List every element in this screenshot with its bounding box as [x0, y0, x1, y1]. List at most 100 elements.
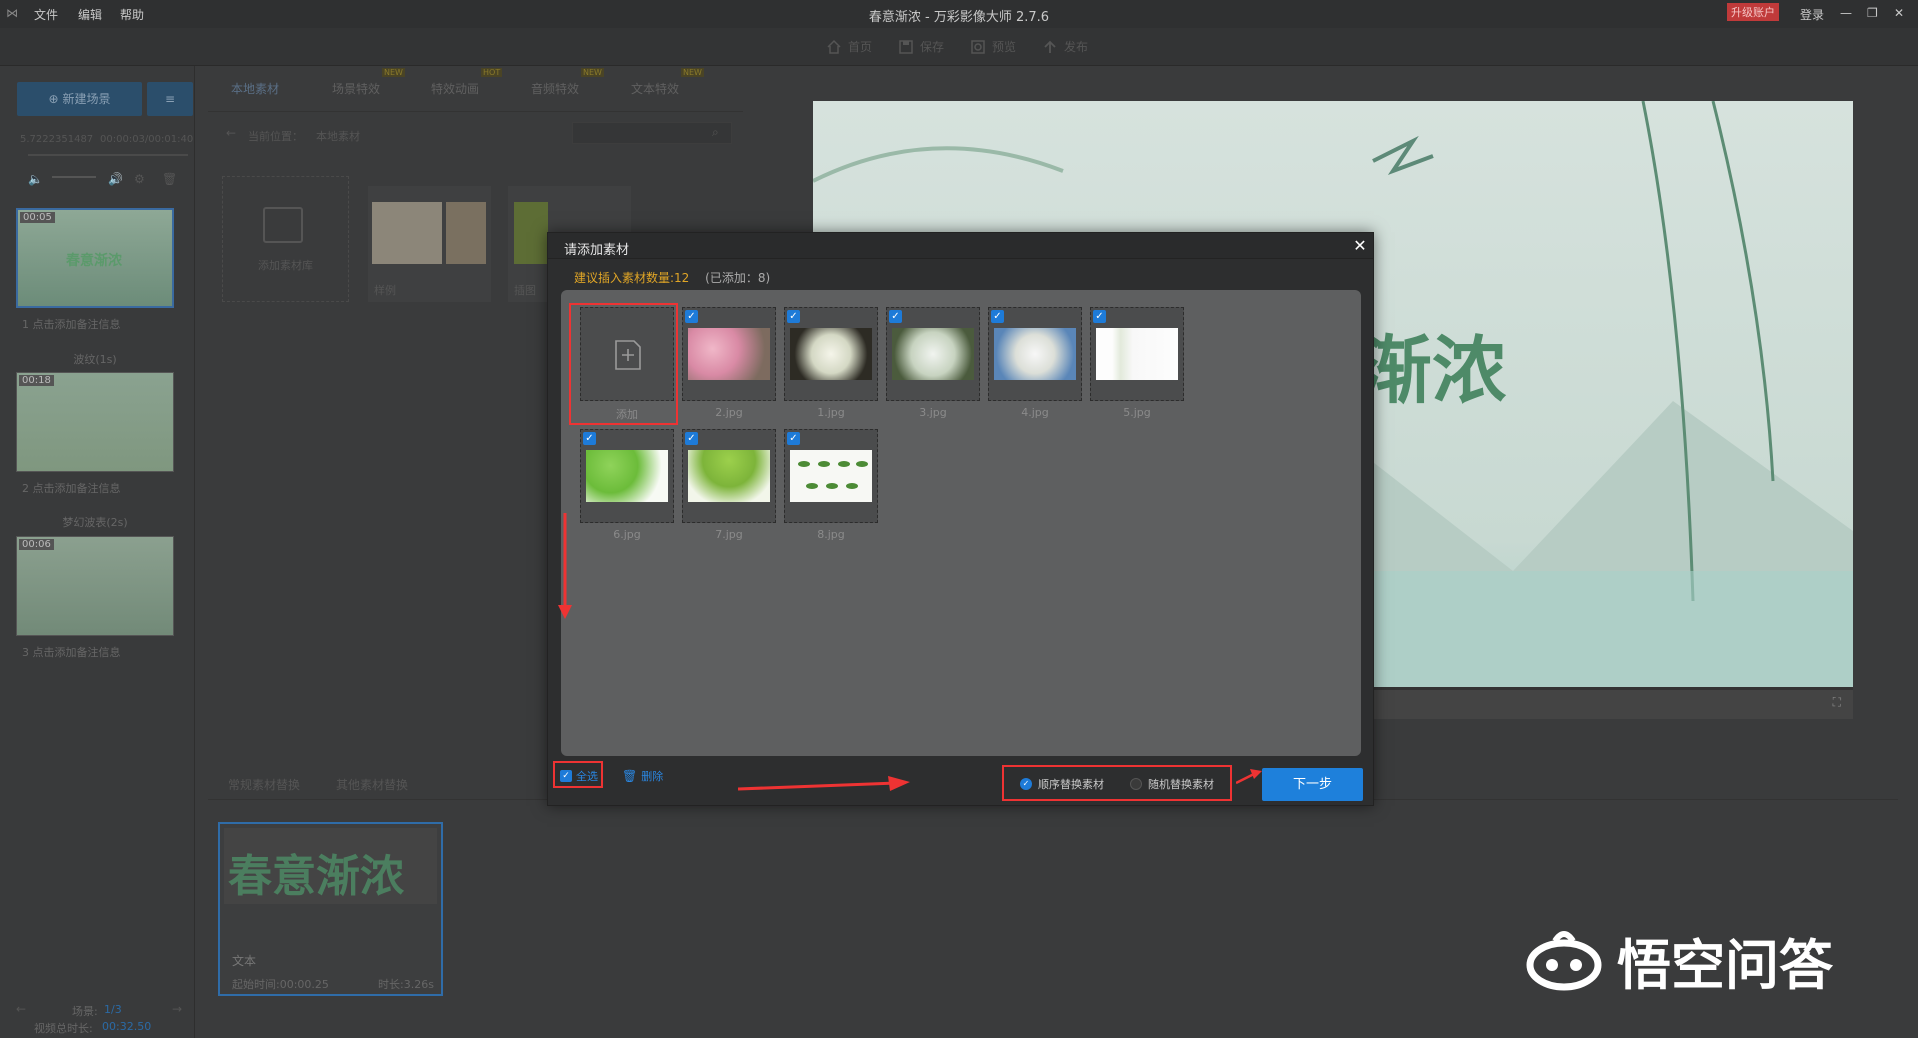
material-tile[interactable]: ✓ [682, 307, 776, 401]
dialog-close-icon[interactable]: ✕ [1351, 237, 1369, 255]
checkbox-checked-icon[interactable]: ✓ [685, 310, 698, 323]
checkbox-checked-icon[interactable]: ✓ [787, 310, 800, 323]
material-grid: 添加 ✓ 2.jpg ✓ 1.jpg ✓ 3.jpg ✓ 4.jpg ✓ 5.j… [561, 290, 1361, 756]
total-duration-value: 00:32.50 [102, 1020, 152, 1033]
scene-caption-1[interactable]: 1 点击添加备注信息 [22, 316, 121, 332]
sample-label: 样例 [374, 284, 396, 297]
sample-image-3 [514, 202, 548, 264]
material-tile[interactable]: ✓ [1090, 307, 1184, 401]
scene-caption-3[interactable]: 3 点击添加备注信息 [22, 644, 121, 660]
tab-text-effects[interactable]: 文本特效 [631, 80, 679, 97]
dialog-title: 请添加素材 [564, 243, 630, 258]
checkbox-checked-icon[interactable]: ✓ [1093, 310, 1106, 323]
volume-low-icon[interactable]: 🔈 [28, 172, 43, 186]
publish-label: 发布 [1064, 40, 1089, 54]
thumbnail-sprouts [790, 450, 872, 502]
volume-slider[interactable] [52, 176, 96, 178]
watermark-text: 悟空问答 [1617, 933, 1833, 997]
transition-1[interactable]: 波纹(1s) [0, 351, 190, 367]
delete-button[interactable]: 🗑 删除 [622, 768, 663, 784]
next-step-button[interactable]: 下一步 [1262, 768, 1363, 801]
scene-list-button[interactable]: ≡ [147, 82, 193, 116]
material-tile[interactable]: ✓ [580, 429, 674, 523]
tab-scene-effects[interactable]: 场景特效 [332, 80, 380, 97]
checkbox-checked-icon: ✓ [560, 770, 572, 782]
save-button[interactable]: 保存 [898, 38, 944, 55]
card-start-time: 起始时间:00:00.25 [232, 978, 329, 991]
checkbox-checked-icon[interactable]: ✓ [889, 310, 902, 323]
material-tile[interactable]: ✓ [682, 429, 776, 523]
radio-sequential[interactable]: ✓ 顺序替换素材 [1020, 776, 1104, 792]
thumbnail-flower-vase [1096, 328, 1178, 380]
material-tile[interactable]: ✓ [988, 307, 1082, 401]
checkbox-checked-icon[interactable]: ✓ [685, 432, 698, 445]
checkbox-checked-icon[interactable]: ✓ [583, 432, 596, 445]
scene-time-3: 00:06 [19, 539, 54, 550]
transition-2[interactable]: 梦幻波表(2s) [0, 514, 190, 530]
back-arrow-icon[interactable]: ← [226, 126, 236, 140]
timeline-slider[interactable] [28, 154, 188, 156]
preview-title: 渐浓 [1358, 328, 1506, 414]
wukong-logo-icon [1526, 931, 1602, 991]
scene-thumb-3[interactable]: 00:06 [16, 536, 174, 636]
search-icon[interactable]: ⌕ [712, 125, 719, 140]
title-bar: ⋈ 文件 编辑 帮助 春意渐浓 - 万彩影像大师 2.7.6 升级账户 登录 —… [0, 0, 1918, 28]
radio-selected-icon: ✓ [1020, 778, 1032, 790]
material-search-input[interactable] [572, 122, 732, 144]
scene-counter-label: 场景: [72, 1005, 98, 1018]
publish-button[interactable]: 发布 [1042, 38, 1088, 55]
settings-icon[interactable]: ⚙ [134, 172, 145, 186]
badge-hot: HOT [481, 68, 503, 77]
scene-thumb-1[interactable]: 00:05 春意渐浓 [16, 208, 174, 308]
select-all-checkbox[interactable]: ✓ 全选 [560, 768, 598, 784]
add-library-tile[interactable]: 添加素材库 [222, 176, 349, 302]
maximize-icon[interactable]: ❐ [1867, 6, 1878, 20]
sample-label-2: 插图 [514, 284, 536, 297]
close-icon[interactable]: ✕ [1894, 6, 1904, 20]
save-label: 保存 [920, 40, 945, 54]
tab-local-material[interactable]: 本地素材 [231, 80, 279, 97]
radio-random[interactable]: 随机替换素材 [1130, 776, 1214, 792]
scene-time-1: 00:05 [20, 212, 55, 223]
delete-label: 删除 [641, 770, 664, 783]
material-tile[interactable]: ✓ [784, 307, 878, 401]
new-scene-button[interactable]: ⊕ 新建场景 [17, 82, 142, 116]
next-scene-icon[interactable]: → [172, 1002, 182, 1016]
material-tile[interactable]: ✓ [886, 307, 980, 401]
home-button[interactable]: 首页 [826, 38, 872, 55]
badge-new-3: NEW [681, 68, 704, 77]
upload-icon [1044, 40, 1056, 53]
fullscreen-icon[interactable]: ⛶ [1833, 695, 1841, 710]
home-icon [827, 39, 841, 54]
scene-thumb-2[interactable]: 00:18 [16, 372, 174, 472]
sprouts-art [798, 461, 868, 489]
scene-caption-2[interactable]: 2 点击添加备注信息 [22, 480, 121, 496]
badge-new-2: NEW [581, 68, 604, 77]
login-button[interactable]: 登录 [1800, 6, 1824, 23]
tab-effect-animation[interactable]: 特效动画 [431, 80, 479, 97]
list-icon: ≡ [164, 92, 176, 106]
file-name: 6.jpg [613, 528, 641, 541]
file-name: 8.jpg [817, 528, 845, 541]
toolbar: 首页 保存 预览 发布 [0, 28, 1918, 66]
time-progress: 00:00:03/00:01:40 [100, 134, 194, 145]
preview-button[interactable]: 预览 [970, 38, 1016, 55]
scene-panel: ⊕ 新建场景 ≡ 5.7222351487 00:00:03/00:01:40 … [0, 66, 195, 1038]
material-tile[interactable]: ✓ [784, 429, 878, 523]
tab-other-replace[interactable]: 其他素材替换 [336, 776, 408, 793]
arrow-down-annotation [558, 513, 572, 619]
upgrade-account-button[interactable]: 升级账户 [1727, 3, 1779, 21]
checkbox-checked-icon[interactable]: ✓ [787, 432, 800, 445]
tab-audio-effects[interactable]: 音频特效 [531, 80, 579, 97]
tab-regular-replace[interactable]: 常规素材替换 [228, 776, 300, 793]
checkbox-checked-icon[interactable]: ✓ [991, 310, 1004, 323]
time-code: 5.7222351487 [20, 134, 94, 145]
radio-random-label: 随机替换素材 [1148, 778, 1214, 791]
prev-scene-icon[interactable]: ← [16, 1002, 26, 1016]
volume-high-icon[interactable]: 🔊 [108, 172, 123, 186]
minimize-icon[interactable]: — [1840, 6, 1852, 20]
trash-icon[interactable]: 🗑 [162, 172, 177, 186]
text-material-card[interactable]: 春意渐浓 文本 起始时间:00:00.25 时长:3.26s [218, 822, 443, 996]
new-scene-label: 新建场景 [62, 92, 111, 106]
sample-tile[interactable]: 样例 [368, 186, 491, 302]
